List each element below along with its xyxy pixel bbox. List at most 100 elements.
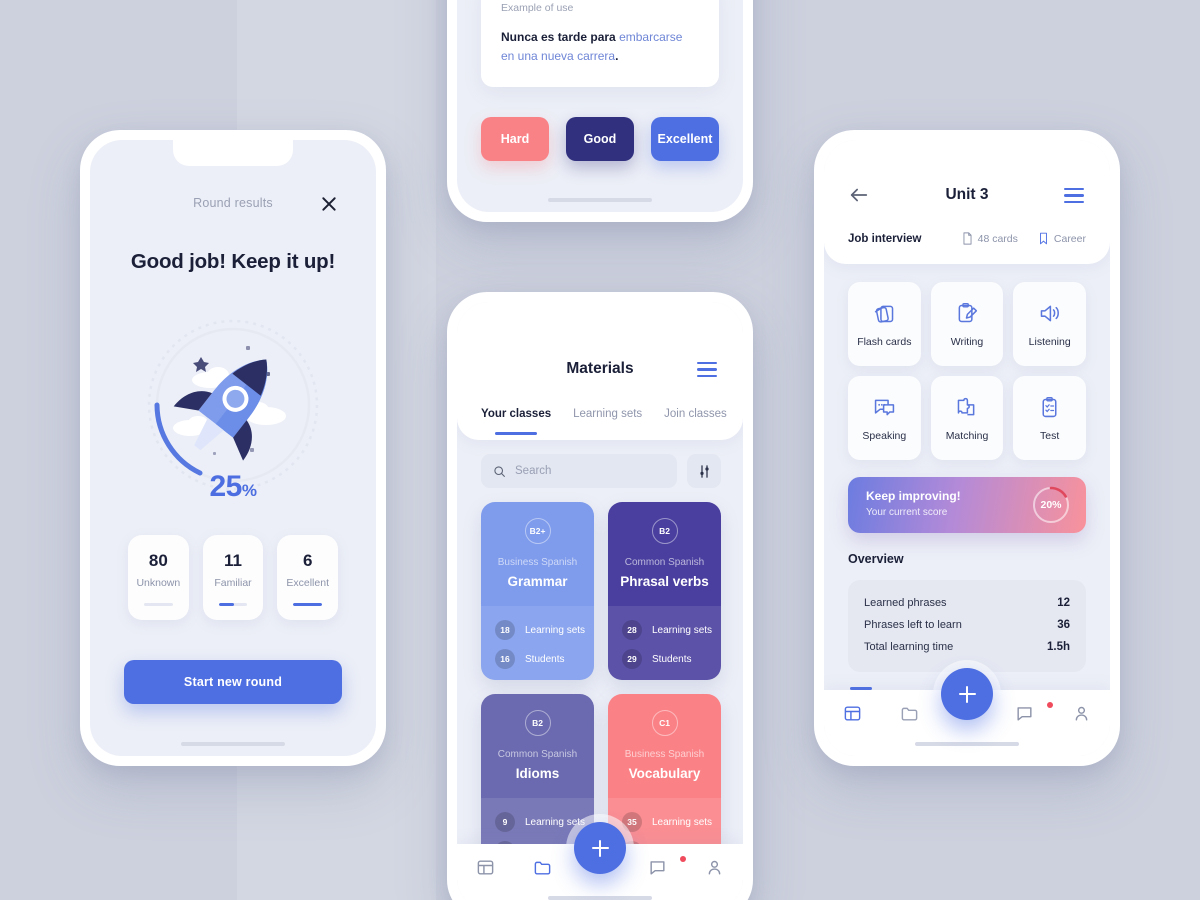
stat-label: Students	[525, 653, 565, 665]
stat-progress-bar	[293, 603, 323, 606]
nav-folder[interactable]	[881, 704, 938, 723]
banner-title: Keep improving!	[866, 489, 961, 503]
class-card-footer: 18 Learning sets 16 Students	[481, 606, 594, 680]
score-ring: 20%	[1030, 484, 1072, 526]
nav-dashboard[interactable]	[824, 704, 881, 723]
class-name: Phrasal verbs	[620, 574, 709, 589]
bottom-navigation	[824, 668, 1110, 756]
round-results-header: Round results	[90, 196, 376, 222]
add-fab-button[interactable]	[941, 668, 993, 720]
nav-folder[interactable]	[514, 858, 571, 877]
hard-button[interactable]: Hard	[481, 117, 549, 161]
class-subtitle: Common Spanish	[624, 557, 705, 568]
class-subtitle: Common Spanish	[497, 749, 578, 760]
chat-icon	[1017, 707, 1032, 721]
nav-dashboard[interactable]	[457, 858, 514, 877]
tab-your-classes[interactable]: Your classes	[481, 408, 551, 435]
search-input[interactable]: Search	[481, 454, 677, 488]
stat-label: Learning sets	[525, 816, 586, 828]
score-value: 20%	[1040, 499, 1062, 511]
folder-icon	[534, 861, 551, 875]
overview-title: Overview	[848, 552, 904, 566]
activity-test[interactable]: Test	[1013, 376, 1086, 460]
row-key: Total learning time	[864, 641, 954, 653]
row-key: Learned phrases	[864, 597, 947, 609]
add-fab-button[interactable]	[574, 822, 626, 874]
activities-grid: Flash cards Writing Listening Speaking M…	[848, 282, 1086, 460]
activity-speaking[interactable]: Speaking	[848, 376, 921, 460]
table-row: Learned phrases 12	[864, 592, 1070, 614]
hamburger-menu-icon[interactable]	[697, 362, 717, 378]
chat-icon	[650, 861, 665, 875]
tab-learning-sets[interactable]: Learning sets	[573, 408, 642, 420]
materials-screen: Materials Your classes Learning sets Joi…	[457, 302, 743, 900]
excellent-button[interactable]: Excellent	[651, 117, 719, 161]
stat-count: 28	[622, 620, 642, 640]
table-row: Total learning time 1.5h	[864, 636, 1070, 658]
stat-number: 6	[302, 551, 313, 570]
flash-cards-icon	[874, 305, 894, 323]
stat-count: 29	[622, 649, 642, 669]
activity-label: Matching	[945, 429, 989, 442]
start-new-round-button[interactable]: Start new round	[124, 660, 342, 704]
good-button[interactable]: Good	[566, 117, 634, 161]
search-placeholder: Search	[515, 465, 552, 477]
class-name: Vocabulary	[628, 766, 701, 781]
stat-card-excellent[interactable]: 6 Excellent	[277, 535, 339, 620]
activity-matching[interactable]: Matching	[930, 376, 1004, 460]
activity-listening[interactable]: Listening	[1013, 282, 1086, 366]
dashboard-icon	[477, 860, 494, 875]
hamburger-menu-icon[interactable]	[1064, 188, 1084, 204]
stat-count: 18	[495, 620, 515, 640]
level-badge: B2	[651, 518, 678, 544]
example-screen: Example of use Nunca es tarde para embar…	[457, 0, 743, 212]
unit-meta-row: Job interview 48 cards Career	[848, 232, 1086, 245]
phone-notch	[907, 140, 1027, 166]
stat-card-unknown[interactable]: 80 Unknown	[128, 535, 189, 620]
example-of-use-phone: Example of use Nunca es tarde para embar…	[447, 0, 753, 222]
activity-flash-cards[interactable]: Flash cards	[848, 282, 921, 366]
activity-label: Flash cards	[857, 335, 912, 348]
activity-writing[interactable]: Writing	[930, 282, 1004, 366]
row-key: Phrases left to learn	[864, 619, 962, 631]
nav-profile[interactable]	[686, 858, 743, 877]
example-card: Example of use Nunca es tarde para embar…	[481, 0, 719, 88]
activity-label: Listening	[1028, 335, 1071, 348]
stat-count: 16	[495, 649, 515, 669]
example-sentence: Nunca es tarde para embarcarse en una nu…	[501, 28, 699, 65]
document-icon	[963, 232, 972, 245]
level-badge: B2+	[524, 518, 551, 544]
table-row: Phrases left to learn 36	[864, 614, 1070, 636]
level-badge: B2	[524, 710, 551, 736]
checklist-clipboard-icon	[1042, 396, 1057, 417]
bottom-navigation	[457, 822, 743, 900]
progress-percent: 25%	[90, 470, 376, 504]
activity-label: Test	[1040, 429, 1060, 442]
keep-improving-banner[interactable]: Keep improving! Your current score 20%	[848, 477, 1086, 533]
nav-profile[interactable]	[1053, 704, 1110, 723]
home-indicator	[548, 896, 652, 900]
difficulty-buttons: Hard Good Excellent	[481, 117, 719, 161]
stat-count: 9	[495, 812, 515, 832]
close-icon[interactable]	[318, 193, 340, 215]
row-value: 36	[1057, 619, 1070, 631]
stat-number: 80	[148, 551, 168, 570]
cards-count-meta: 48 cards	[962, 232, 1018, 245]
filter-sliders-icon[interactable]	[687, 454, 721, 488]
unit-detail-phone: Unit 3 Job interview 48 cards Career Fla…	[814, 130, 1120, 766]
class-name: Idioms	[515, 766, 560, 781]
class-card[interactable]: B2+ Business Spanish Grammar 18 Learning …	[481, 502, 594, 680]
unit-subject: Job interview	[848, 232, 922, 245]
stat-label: Learning sets	[525, 624, 586, 636]
sentence-bold-part: Nunca es tarde para	[501, 30, 620, 44]
progress-unit: %	[241, 481, 257, 500]
nav-chat[interactable]	[629, 856, 686, 877]
tab-join-classes[interactable]: Join classes	[664, 408, 727, 420]
class-card[interactable]: B2 Common Spanish Phrasal verbs 28 Learni…	[608, 502, 721, 680]
stat-label: Learning sets	[652, 816, 713, 828]
nav-chat[interactable]	[996, 702, 1053, 723]
banner-subtitle: Your current score	[866, 507, 948, 518]
sentence-end-part: .	[615, 48, 619, 63]
round-stats-row: 80 Unknown 11 Familiar 6 Excellent	[128, 535, 339, 620]
stat-card-familiar[interactable]: 11 Familiar	[202, 535, 264, 620]
